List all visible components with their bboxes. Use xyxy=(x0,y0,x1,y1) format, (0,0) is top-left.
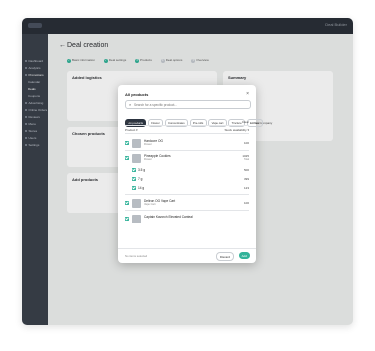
chip-pre-rolls[interactable]: Pre-rolls xyxy=(189,118,207,128)
column-header-stock[interactable]: Stock availability ▾ xyxy=(224,128,249,132)
product-checkbox[interactable] xyxy=(125,156,129,160)
search-icon: ⌕ xyxy=(129,102,132,107)
product-row[interactable]: Hardcore OG Flower 100 xyxy=(125,137,249,149)
product-category: Flower xyxy=(144,143,152,146)
select-all-link[interactable]: Select all xyxy=(125,120,137,124)
variant-stock: 500 xyxy=(243,168,249,173)
product-thumbnail xyxy=(132,153,141,163)
variant-checkbox[interactable] xyxy=(132,177,136,181)
close-icon[interactable]: × xyxy=(246,91,249,97)
product-thumbnail xyxy=(132,138,141,148)
variant-size: 3.5 g xyxy=(138,168,146,173)
product-thumbnail xyxy=(132,198,141,208)
product-checkbox[interactable] xyxy=(125,141,129,145)
variant-checkbox[interactable] xyxy=(132,186,136,190)
product-name: Pineapple Cookies xyxy=(144,153,171,158)
variant-row[interactable]: 14 g 123 xyxy=(125,185,249,192)
search-input[interactable] xyxy=(134,101,244,108)
product-checkbox[interactable] xyxy=(125,201,129,205)
product-name: Deltron OG Vape Cart xyxy=(144,198,176,203)
product-name: Hardcore OG xyxy=(144,138,163,143)
discard-button[interactable]: Discard xyxy=(215,252,234,261)
product-row[interactable]: Deltron OG Vape Cart Vape Cart 100 xyxy=(125,197,249,209)
modal-footer: No items selected Discard Add xyxy=(118,248,256,263)
product-category: Vape Cart xyxy=(144,203,156,206)
variant-row[interactable]: 7 g 399 xyxy=(125,176,249,183)
product-stock: 100 xyxy=(243,141,249,145)
product-category: Flower xyxy=(144,158,152,161)
product-checkbox[interactable] xyxy=(125,217,129,221)
selection-status: No items selected xyxy=(125,254,148,258)
product-name: Captain Kavorch Elevated Canteal xyxy=(144,214,193,219)
modal-title: All products xyxy=(125,92,149,97)
product-row[interactable]: Pineapple Cookies Flower 1025 Total xyxy=(125,152,249,164)
product-stock: 100 xyxy=(243,201,249,205)
variant-size: 14 g xyxy=(138,186,145,191)
chip-concentrates[interactable]: Concentrates xyxy=(164,118,189,128)
variant-size: 7 g xyxy=(138,177,143,182)
search-field: ⌕ xyxy=(125,100,251,109)
chip-flower[interactable]: Flower xyxy=(147,118,164,128)
variant-checkbox[interactable] xyxy=(132,168,136,172)
chip-vape-cart[interactable]: Vape cart xyxy=(208,118,227,128)
product-stock-label: Total xyxy=(243,157,249,161)
variant-stock: 123 xyxy=(243,186,249,191)
column-header-product[interactable]: Product ▾ xyxy=(125,128,138,132)
product-thumbnail xyxy=(132,214,141,223)
clear-link[interactable]: Clear xyxy=(242,120,249,124)
variant-row[interactable]: 3.5 g 500 xyxy=(125,167,249,174)
add-button[interactable]: Add xyxy=(238,252,250,259)
product-row[interactable]: Captain Kavorch Elevated Canteal xyxy=(125,213,249,223)
all-products-modal: All products × ⌕ All productsFlowerConce… xyxy=(118,85,263,263)
variant-stock: 399 xyxy=(243,177,249,182)
